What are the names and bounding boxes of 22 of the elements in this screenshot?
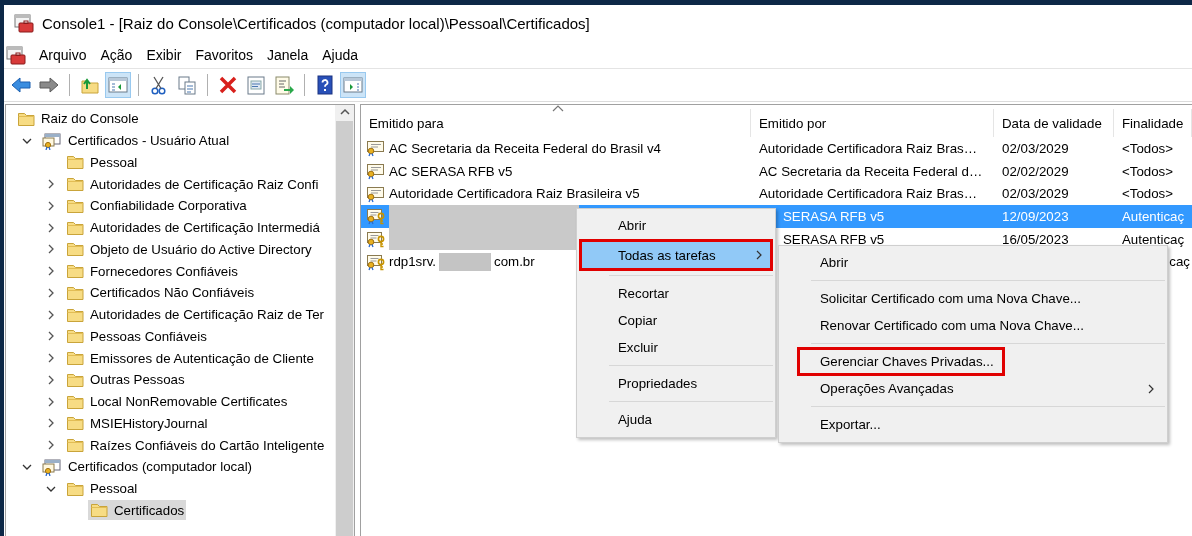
table-cell: SERASA RFB v5 <box>783 208 885 224</box>
table-cell: <Todos> <box>1122 163 1173 179</box>
table-cell: AC Secretaria da Receita Federal do Brasil v4 <box>389 140 661 156</box>
table-cell: 16/05/2023 <box>1002 231 1069 247</box>
table-cell: Autoridade Certificadora Raiz Bras… <box>759 140 978 156</box>
table-cell: <Todos> <box>1122 140 1173 156</box>
table-cell: <Todos> <box>1122 186 1173 202</box>
table-cell: AC Secretaria da Receita Federal d… <box>759 163 983 179</box>
table-cell: 02/03/2029 <box>1002 186 1069 202</box>
table-cell: Autoridade Certificadora Raiz Brasileira v5 <box>389 186 640 202</box>
table-cell: Autoridade Certificadora Raiz Bras… <box>759 186 978 202</box>
table-cell: Autenticaç <box>1122 208 1185 224</box>
table-cell: caç <box>1169 254 1190 270</box>
table-cell: rdp1srv. <box>389 254 437 270</box>
table-cell: 12/09/2023 <box>1002 208 1069 224</box>
table-cell: AC SERASA RFB v5 <box>389 163 513 179</box>
table-cell: com.br <box>494 254 535 270</box>
table-cell: Autenticaç <box>1122 231 1185 247</box>
table-cell: 02/02/2029 <box>1002 163 1069 179</box>
window-title: Console1 - [Raiz do Console\Certificados (computador local)\Pessoal\Certificados] <box>42 15 590 32</box>
table-cell: SERASA RFB v5 <box>783 231 885 247</box>
table-cell: 02/03/2029 <box>1002 140 1069 156</box>
